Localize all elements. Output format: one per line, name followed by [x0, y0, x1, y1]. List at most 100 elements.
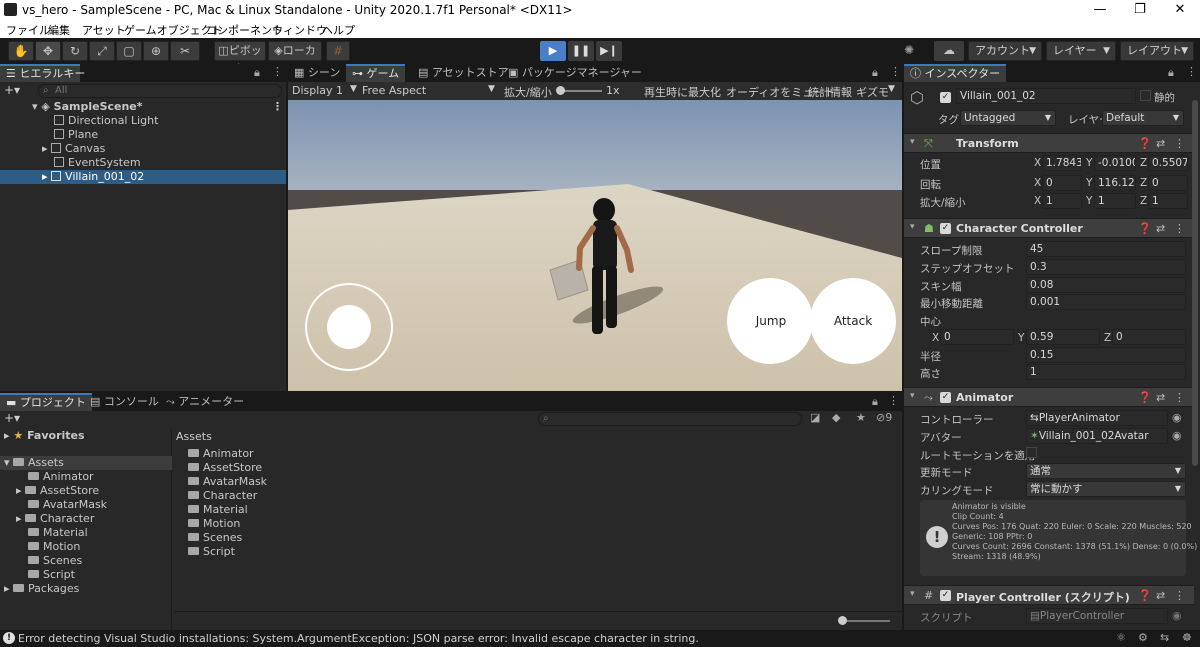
help-icon[interactable]: ❓	[1138, 137, 1152, 150]
display-dropdown[interactable]: Display 1 ▼	[292, 84, 358, 97]
tab-hierarchy[interactable]: ☰ ヒエラルキー	[0, 64, 85, 82]
scale-y-field[interactable]: 1	[1094, 193, 1136, 209]
slope-limit-field[interactable]: 45	[1026, 241, 1186, 257]
rotation-y-field[interactable]: 116.122	[1094, 175, 1136, 191]
transform-header[interactable]: ▾ ⤧ Transform ❓ ⇄ ⋮	[904, 133, 1194, 153]
scene-row[interactable]: ▾ ◈ SampleScene* ⋮	[0, 100, 286, 114]
lock-icon[interactable]: 🔒︎	[1168, 66, 1174, 80]
rotation-x-field[interactable]: 0	[1042, 175, 1082, 191]
tree-folder[interactable]: AvatarMask	[0, 498, 172, 512]
hierarchy-search-input[interactable]: ⌕ All	[38, 84, 282, 98]
preset-icon[interactable]: ⇄	[1156, 137, 1165, 150]
menu-edit[interactable]: 編集	[48, 22, 70, 38]
preset-icon[interactable]: ⇄	[1156, 589, 1165, 602]
packages-row[interactable]: ▸ Packages	[0, 582, 172, 596]
lock-icon[interactable]: 🔒︎	[872, 395, 878, 409]
cloud-icon[interactable]: ☁	[934, 41, 964, 61]
object-name-field[interactable]: Villain_001_02	[956, 88, 1136, 104]
skin-width-field[interactable]: 0.08	[1026, 277, 1186, 293]
game-viewport[interactable]: Jump Attack	[288, 100, 902, 391]
more-icon[interactable]: ⋮	[1174, 589, 1185, 602]
assets-row[interactable]: ▾ Assets	[0, 456, 172, 470]
tree-folder[interactable]: Animator	[0, 470, 172, 484]
scale-tool-icon[interactable]: ⤢	[89, 41, 115, 61]
pivot-toggle[interactable]: ◫ピボット	[214, 41, 266, 75]
hierarchy-item[interactable]: EventSystem	[0, 156, 286, 170]
help-icon[interactable]: ❓	[1138, 589, 1152, 602]
asset-folder[interactable]: AvatarMask	[188, 475, 388, 489]
favorites-row[interactable]: ▸ ★ Favorites	[0, 429, 172, 443]
component-enabled-checkbox[interactable]: ✓	[940, 223, 951, 234]
hierarchy-item-selected[interactable]: ▸ Villain_001_02	[0, 170, 286, 184]
center-y-field[interactable]: 0.59	[1026, 329, 1100, 345]
filter-type-icon[interactable]: ◪	[810, 411, 820, 424]
chevron-down-icon[interactable]: ▼	[888, 84, 895, 94]
menu-window[interactable]: ウィンドウ	[272, 22, 327, 38]
lock-icon[interactable]: 🔒︎	[254, 66, 260, 80]
hierarchy-item[interactable]: ▸ Canvas	[0, 142, 286, 156]
tree-folder[interactable]: Script	[0, 568, 172, 582]
hierarchy-item[interactable]: Directional Light	[0, 114, 286, 128]
lock-icon[interactable]: 🔒︎	[872, 66, 878, 80]
asset-folder[interactable]: Animator	[188, 447, 388, 461]
radius-field[interactable]: 0.15	[1026, 347, 1186, 363]
hierarchy-item[interactable]: Plane	[0, 128, 286, 142]
tag-dropdown[interactable]: Untagged ▼	[960, 110, 1056, 126]
menu-assets[interactable]: アセット	[82, 22, 126, 38]
more-icon[interactable]: ⋮	[1174, 137, 1185, 150]
preset-icon[interactable]: ⇄	[1156, 391, 1165, 404]
more-icon[interactable]: ⋮	[888, 394, 899, 407]
play-button[interactable]: ▶	[540, 41, 566, 61]
help-icon[interactable]: ❓	[1138, 391, 1152, 404]
layout-dropdown[interactable]: レイアウト ▼	[1120, 41, 1194, 61]
icon-size-slider[interactable]	[842, 620, 890, 622]
center-x-field[interactable]: 0	[940, 329, 1014, 345]
tab-console[interactable]: ▤ コンソール	[84, 393, 165, 411]
add-icon[interactable]: +▾	[4, 83, 20, 97]
close-button[interactable]: ✕	[1160, 0, 1200, 20]
menu-file[interactable]: ファイル	[6, 22, 50, 38]
filter-label-icon[interactable]: ◆	[832, 411, 840, 424]
step-offset-field[interactable]: 0.3	[1026, 259, 1186, 275]
active-checkbox[interactable]: ✓	[940, 92, 951, 103]
object-picker-icon[interactable]: ◉	[1172, 411, 1182, 424]
component-enabled-checkbox[interactable]: ✓	[940, 590, 951, 601]
move-tool-icon[interactable]: ✥	[35, 41, 61, 61]
scale-z-field[interactable]: 1	[1148, 193, 1188, 209]
account-dropdown[interactable]: アカウント ▼	[968, 41, 1042, 61]
debug-icon[interactable]: ⇆	[1160, 631, 1169, 644]
controller-field[interactable]: ⇆PlayerAnimator	[1026, 410, 1168, 426]
icon-size-slider-handle[interactable]	[838, 616, 847, 625]
more-icon[interactable]: ⋮	[1174, 222, 1185, 235]
stats-toggle[interactable]: 統計情報	[808, 84, 852, 100]
asset-folder[interactable]: Motion	[188, 517, 388, 531]
tab-game[interactable]: ⊶ ゲーム	[346, 64, 406, 82]
tree-folder[interactable]: ▸ Character	[0, 512, 172, 526]
step-button[interactable]: ▶❙	[596, 41, 622, 61]
pause-button[interactable]: ❚❚	[568, 41, 594, 61]
status-message[interactable]: Error detecting Visual Studio installati…	[18, 632, 699, 645]
jump-button[interactable]: Jump	[746, 314, 796, 328]
scale-slider-handle[interactable]	[556, 86, 565, 95]
asset-folder[interactable]: Character	[188, 489, 388, 503]
position-z-field[interactable]: 0.55075	[1148, 155, 1188, 171]
project-search-input[interactable]: ⌕	[538, 412, 802, 426]
tab-package-manager[interactable]: ▣ パッケージマネージャー	[502, 64, 648, 82]
tab-project[interactable]: ▬ プロジェクト	[0, 393, 92, 411]
tree-folder[interactable]: Material	[0, 526, 172, 540]
more-icon[interactable]: ⋮	[272, 100, 283, 114]
cache-server-icon[interactable]: ⚛	[1116, 631, 1126, 644]
rotation-z-field[interactable]: 0	[1148, 175, 1188, 191]
animator-header[interactable]: ▾ ⤳ ✓ Animator ❓ ⇄ ⋮	[904, 387, 1194, 407]
breadcrumb[interactable]: Assets	[176, 430, 212, 443]
gizmos-toggle[interactable]: ギズモ	[856, 84, 889, 100]
center-z-field[interactable]: 0	[1112, 329, 1186, 345]
collab-icon[interactable]: ✺	[904, 43, 920, 59]
asset-folder[interactable]: Scenes	[188, 531, 388, 545]
local-toggle[interactable]: ◈ローカル	[268, 41, 322, 75]
favorite-star-icon[interactable]: ★	[856, 411, 866, 424]
position-y-field[interactable]: -0.0100	[1094, 155, 1136, 171]
add-icon[interactable]: +▾	[4, 411, 20, 425]
player-controller-header[interactable]: ▾ # ✓ Player Controller (スクリプト) ❓ ⇄ ⋮	[904, 585, 1194, 605]
hidden-packages-toggle[interactable]: ⊘9	[876, 411, 892, 424]
